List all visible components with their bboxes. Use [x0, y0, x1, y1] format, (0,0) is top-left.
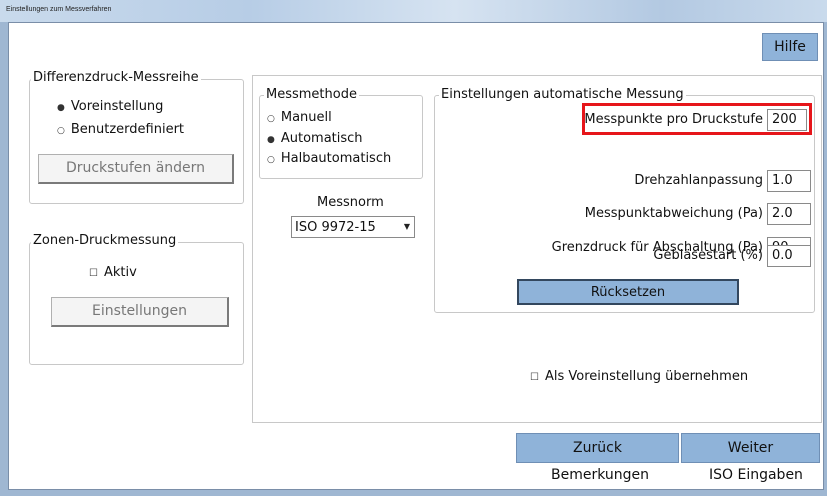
messmethode-title: Messmethode — [264, 87, 359, 102]
ruecksetzen-button[interactable]: Rücksetzen — [517, 279, 739, 305]
messnorm-select[interactable]: ISO 9972-15 ▼ — [291, 216, 415, 238]
differenzdruck-group — [29, 79, 244, 204]
radio-voreinstellung-label: Voreinstellung — [70, 99, 164, 114]
radio-halbautomatisch[interactable]: ○ Halbautomatisch — [267, 151, 391, 166]
radio-automatisch[interactable]: ● Automatisch — [267, 131, 363, 146]
auto-settings-title: Einstellungen automatische Messung — [439, 87, 686, 102]
radio-unselected-icon: ○ — [267, 114, 275, 124]
messnorm-label: Messnorm — [317, 195, 384, 210]
geblaesestart-input[interactable]: 0.0 — [767, 245, 811, 267]
checkbox-icon: ☐ — [89, 268, 98, 279]
messnorm-value: ISO 9972-15 — [295, 220, 376, 235]
radio-selected-icon: ● — [267, 135, 275, 145]
messpunktabweichung-label: Messpunktabweichung (Pa) — [584, 206, 763, 221]
checkbox-aktiv-label: Aktiv — [103, 265, 137, 280]
checkbox-aktiv[interactable]: ☐ Aktiv — [89, 265, 137, 280]
radio-benutzerdefiniert-label: Benutzerdefiniert — [70, 122, 185, 137]
iso-eingaben-link[interactable]: ISO Eingaben — [709, 467, 803, 483]
einstellungen-label: Einstellungen — [92, 303, 187, 319]
checkbox-als-voreinstellung[interactable]: ☐ Als Voreinstellung übernehmen — [530, 369, 748, 384]
bemerkungen-link[interactable]: Bemerkungen — [551, 467, 649, 483]
help-button[interactable]: Hilfe — [762, 33, 818, 61]
einstellungen-button[interactable]: Einstellungen — [51, 297, 229, 327]
dropdown-arrow-icon: ▼ — [403, 222, 411, 231]
window-title: Einstellungen zum Messverfahren — [6, 6, 112, 13]
radio-manuell-label: Manuell — [280, 110, 332, 125]
differenzdruck-title: Differenzdruck-Messreihe — [31, 70, 201, 85]
drehzahl-input[interactable]: 1.0 — [767, 170, 811, 192]
help-button-label: Hilfe — [774, 39, 806, 55]
radio-automatisch-label: Automatisch — [280, 131, 363, 146]
druckstufen-aendern-button[interactable]: Druckstufen ändern — [38, 154, 234, 184]
geblaesestart-label: Gebläsestart (%) — [653, 248, 763, 263]
checkbox-icon: ☐ — [530, 372, 539, 383]
druckstufen-aendern-label: Druckstufen ändern — [65, 160, 206, 176]
drehzahl-label: Drehzahlanpassung — [634, 173, 763, 188]
radio-unselected-icon: ○ — [57, 126, 65, 136]
als-voreinstellung-label: Als Voreinstellung übernehmen — [544, 369, 749, 384]
zonen-title: Zonen-Druckmessung — [31, 233, 179, 248]
ruecksetzen-label: Rücksetzen — [590, 285, 666, 300]
radio-unselected-icon: ○ — [267, 155, 275, 165]
next-label: Weiter — [727, 440, 774, 456]
dialog-client-area: Hilfe Differenzdruck-Messreihe ● Voreinst… — [8, 22, 824, 490]
radio-benutzerdefiniert[interactable]: ○ Benutzerdefiniert — [57, 122, 184, 137]
back-label: Zurück — [573, 440, 622, 456]
radio-halbautomatisch-label: Halbautomatisch — [280, 151, 392, 166]
radio-voreinstellung[interactable]: ● Voreinstellung — [57, 99, 163, 114]
back-button[interactable]: Zurück — [516, 433, 679, 463]
radio-manuell[interactable]: ○ Manuell — [267, 110, 332, 125]
highlight-box — [582, 103, 812, 135]
radio-selected-icon: ● — [57, 103, 65, 113]
messpunktabweichung-input[interactable]: 2.0 — [767, 203, 811, 225]
next-button[interactable]: Weiter — [681, 433, 820, 463]
title-bar[interactable]: Einstellungen zum Messverfahren — [0, 0, 827, 22]
